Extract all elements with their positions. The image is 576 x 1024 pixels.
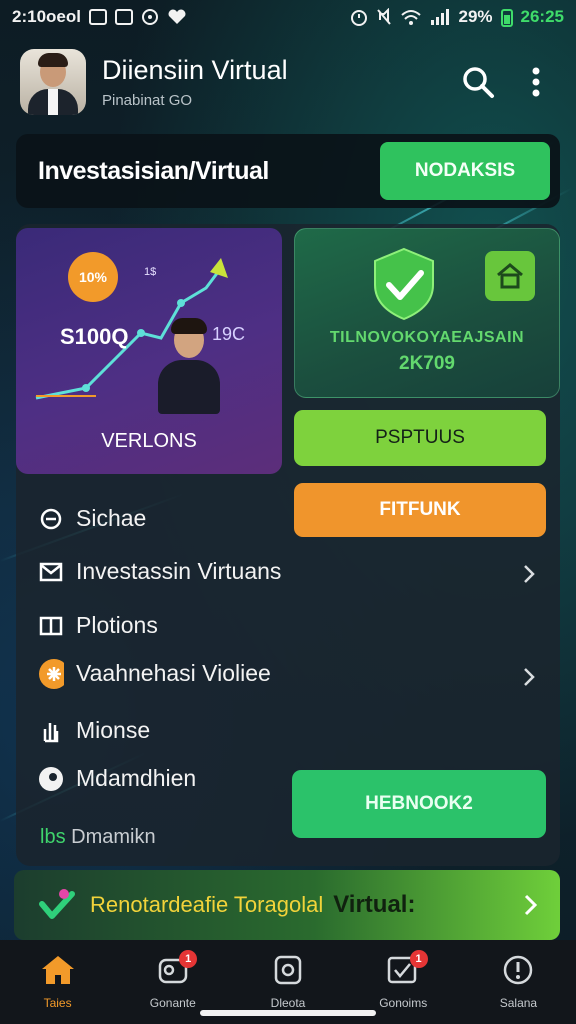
alarm-icon <box>351 10 368 26</box>
list-item-plotions[interactable]: Plotions <box>38 612 158 639</box>
list-item-label: Vaahnehasi Violiee <box>76 660 271 686</box>
nav-item-salana[interactable]: Salana <box>461 940 576 1024</box>
footer-text: Dmamikn <box>71 826 156 848</box>
list-item-mionse[interactable]: Mionse <box>38 717 150 744</box>
home-indicator[interactable] <box>200 1010 376 1016</box>
signal-icon <box>431 9 450 25</box>
chevron-right-icon[interactable] <box>518 666 540 688</box>
list-item-label: Plotions <box>76 612 158 638</box>
security-card[interactable]: TILNOVOKOYAEAJSAIN 2K709 <box>294 228 560 398</box>
portfolio-card-label: VERLONS <box>101 430 197 452</box>
home-icon <box>41 956 74 984</box>
search-icon <box>463 67 494 98</box>
document-icon <box>274 955 302 985</box>
panel-footer-label: lbs Dmamikn <box>40 826 156 849</box>
promo-strong-text: Virtual: <box>333 891 416 918</box>
battery-percent: 29% <box>458 7 493 26</box>
hebnook-button[interactable]: HEBNOOK2 <box>292 770 546 838</box>
notification-icon <box>114 9 133 25</box>
status-time: 26:25 <box>520 7 564 26</box>
status-button[interactable]: PSPTUUS <box>294 410 546 466</box>
banner-title: Investasisian/Virtual <box>38 156 269 185</box>
card-small-label: 1$ <box>144 266 157 278</box>
battery-icon <box>500 9 513 27</box>
person-illustration <box>156 318 222 414</box>
portfolio-value: S100Q <box>60 324 129 349</box>
hand-icon <box>38 718 64 744</box>
promo-text: Renotardeafie Toragolal <box>90 892 324 917</box>
chevron-right-icon <box>524 894 538 916</box>
list-item-label: Investassin Virtuans <box>76 558 282 584</box>
security-card-number: 2K709 <box>399 353 455 374</box>
app-header: Diiensiin Virtual Pinabinat GO <box>0 40 576 124</box>
nav-label: Gonoims <box>379 996 428 1010</box>
star-icon <box>38 658 64 689</box>
app-title: Diiensiin Virtual <box>102 55 288 85</box>
heart-icon <box>168 9 186 24</box>
app-subtitle: Pinabinat GO <box>102 92 193 109</box>
heart-check-icon <box>39 889 75 919</box>
mail-icon <box>38 559 64 585</box>
nav-label: Gonante <box>149 996 196 1010</box>
notification-badge: 1 <box>409 950 428 968</box>
sync-icon <box>141 9 158 25</box>
list-item-sichae[interactable]: Sichae <box>38 505 146 532</box>
more-vertical-icon <box>532 67 540 97</box>
avatar[interactable] <box>20 49 86 115</box>
chat-icon <box>38 506 64 532</box>
refund-button[interactable]: FITFUNK <box>294 483 546 537</box>
status-bar: 2:10oeol 29% 26:25 <box>0 0 576 34</box>
alert-icon <box>504 955 533 985</box>
wifi-icon <box>401 10 422 25</box>
banner-button[interactable]: NODAKSIS <box>380 142 550 200</box>
nav-item-home[interactable]: Taies <box>0 940 115 1024</box>
location-icon <box>38 766 64 792</box>
house-icon <box>485 251 535 301</box>
shield-check-icon <box>374 247 434 321</box>
footer-accent: lbs <box>40 826 66 848</box>
chevron-right-icon[interactable] <box>518 563 540 585</box>
more-button[interactable] <box>516 62 556 102</box>
percent-badge: 10% <box>68 252 118 302</box>
list-item-mdamdhien[interactable]: Mdamdhien <box>38 765 196 792</box>
nav-label: Taies <box>43 996 72 1010</box>
list-item-investassin[interactable]: Investassin Virtuans <box>38 558 281 585</box>
list-item-label: Mdamdhien <box>76 765 197 791</box>
nav-label: Salana <box>499 996 538 1010</box>
nav-label: Dleota <box>270 996 306 1010</box>
mute-icon <box>377 8 392 25</box>
portfolio-card[interactable]: 10% 1$ S100Q 19C VERLONS <box>16 228 282 474</box>
book-icon <box>38 613 64 639</box>
list-item-label: Mionse <box>76 717 151 743</box>
security-card-text: TILNOVOKOYAEAJSAIN <box>329 329 525 346</box>
list-item-vaahnehasi[interactable]: Vaahnehasi Violiee <box>38 658 271 689</box>
search-button[interactable] <box>458 62 498 102</box>
gallery-icon <box>88 9 107 25</box>
promo-bar[interactable]: Renotardeafie Toragolal Virtual: <box>14 870 560 940</box>
hero-banner: Investasisian/Virtual NODAKSIS <box>16 134 560 208</box>
status-left-text: 2:10oeol <box>12 7 81 26</box>
notification-badge: 1 <box>179 950 198 968</box>
list-item-label: Sichae <box>76 505 147 531</box>
